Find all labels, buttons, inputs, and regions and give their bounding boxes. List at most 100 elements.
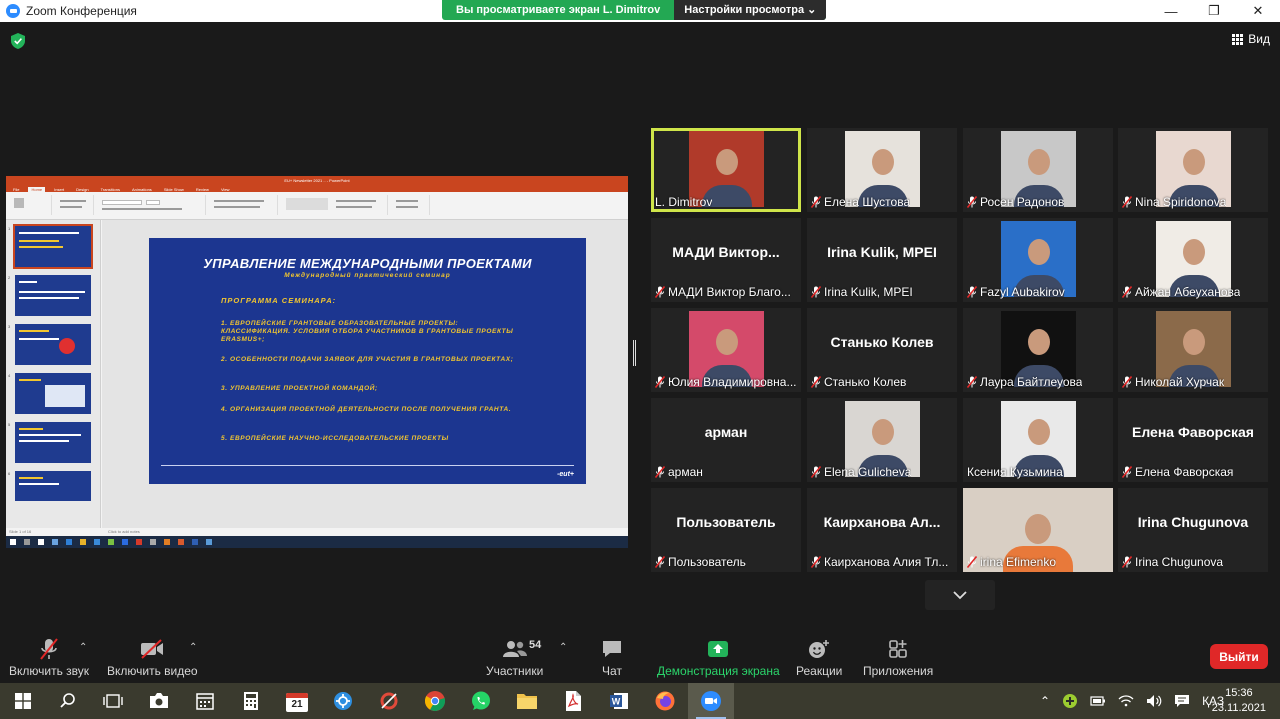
participant-tile[interactable]: арман арман (651, 398, 801, 482)
participant-tile[interactable]: МАДИ Виктор... МАДИ Виктор Благо... (651, 218, 801, 302)
participant-display-name: Пользователь (676, 514, 776, 530)
calculator-app-icon (244, 692, 258, 710)
battery-icon[interactable] (1090, 694, 1106, 708)
current-slide: УПРАВЛЕНИЕ МЕЖДУНАРОДНЫМИ ПРОЕКТАМИ Межд… (149, 238, 586, 484)
slide-thumbnail[interactable]: 5 (8, 422, 91, 463)
taskbar-firefox[interactable] (642, 683, 688, 719)
tray-app-icon[interactable] (1062, 693, 1078, 709)
view-button[interactable]: Вид (1232, 32, 1270, 46)
apps-button[interactable]: Приложения (863, 636, 933, 678)
participant-name-label: Irina Kulik, MPEI (811, 284, 913, 300)
leave-button[interactable]: Выйти (1210, 644, 1268, 669)
taskbar-calendar[interactable] (182, 683, 228, 719)
maximize-button[interactable]: ❐ (1192, 0, 1236, 22)
participant-name-label: Elena Gulicheva (811, 464, 911, 480)
slide-item: 4. ОРГАНИЗАЦИЯ ПРОЕКТНОЙ ДЕЯТЕЛЬНОСТИ ПО… (221, 406, 512, 413)
participant-tile[interactable]: Irina Chugunova Irina Chugunova (1118, 488, 1268, 572)
microphone-muted-icon (1122, 196, 1132, 208)
participant-name: Irina Chugunova (1135, 555, 1224, 569)
reactions-button[interactable]: Реакции (796, 636, 842, 678)
task-view-icon (103, 694, 123, 708)
slide-item: 2. ОСОБЕННОСТИ ПОДАЧИ ЗАЯВОК ДЛЯ УЧАСТИЯ… (221, 356, 514, 363)
participant-tile[interactable]: Станько Колев Станько Колев (807, 308, 957, 392)
share-screen-button[interactable]: Демонстрация экрана (657, 636, 780, 678)
taskbar-zoom[interactable] (688, 683, 734, 719)
start-video-button[interactable]: Включить видео (107, 636, 198, 678)
taskbar-snip[interactable] (366, 683, 412, 719)
participant-tile[interactable]: Пользователь Пользователь (651, 488, 801, 572)
slide-thumbnail[interactable]: 4 (8, 373, 91, 414)
slide-thumbnail[interactable]: 3 (8, 324, 91, 365)
chat-button[interactable]: Чат (601, 636, 623, 678)
audio-options-caret[interactable]: ⌃ (79, 642, 87, 653)
participant-name-label: Николай Хурчак (1122, 374, 1224, 390)
taskbar-calculator[interactable] (228, 683, 274, 719)
next-page-button[interactable] (925, 580, 995, 610)
participant-name: Елена Шустова (824, 195, 911, 209)
wifi-icon[interactable] (1118, 694, 1134, 708)
participant-tile[interactable]: Елена Шустова (807, 128, 957, 212)
participant-display-name: МАДИ Виктор... (672, 244, 780, 260)
participant-tile[interactable]: Fazyl Aubakirov (963, 218, 1113, 302)
ppt-status: Slide 1 of 16 (6, 528, 102, 536)
participant-tile[interactable]: Росен Радонов (963, 128, 1113, 212)
minimize-button[interactable]: — (1149, 0, 1193, 22)
taskbar-acrobat[interactable] (550, 683, 596, 719)
participant-tile[interactable]: Айжан Абеуханова (1118, 218, 1268, 302)
participant-tile[interactable]: Юлия Владимировна... (651, 308, 801, 392)
slide-item: 3. УПРАВЛЕНИЕ ПРОЕКТНОЙ КОМАНДОЙ; (221, 385, 378, 392)
view-options-button[interactable]: Настройки просмотра ⌄ (674, 0, 827, 20)
taskbar-chrome[interactable] (412, 683, 458, 719)
microphone-muted-icon (1122, 376, 1132, 388)
slide-thumbnail[interactable]: 1 (8, 224, 93, 269)
unmute-button[interactable]: Включить звук (9, 636, 89, 678)
taskbar-word[interactable]: W (596, 683, 642, 719)
participant-tile[interactable]: irina Efimenko (963, 488, 1113, 572)
slide-thumbnail[interactable]: 6 (8, 471, 91, 501)
microphone-muted-icon (967, 196, 977, 208)
participant-tile[interactable]: Nina Spiridonova (1118, 128, 1268, 212)
participant-tile[interactable]: Елена Фаворская Елена Фаворская (1118, 398, 1268, 482)
encryption-shield-icon[interactable] (11, 33, 25, 49)
task-view-button[interactable] (90, 683, 136, 719)
participant-display-name: Irina Kulik, MPEI (827, 244, 937, 260)
taskbar-explorer[interactable] (504, 683, 550, 719)
taskbar-search[interactable] (45, 683, 91, 719)
show-hidden-icons[interactable]: ⌃ (1040, 694, 1050, 708)
slide-thumbnail[interactable]: 2 (8, 275, 91, 316)
ppt-notes[interactable]: Click to add notes (102, 528, 628, 536)
taskbar-clock[interactable]: 15:36 23.11.2021 (1212, 686, 1266, 716)
participant-tile[interactable]: Николай Хурчак (1118, 308, 1268, 392)
start-button[interactable] (0, 683, 46, 719)
participants-count: 54 (529, 639, 542, 651)
participant-name-label: Лаура Байтлеуова (967, 374, 1082, 390)
participant-tile[interactable]: Каирханова Ал... Каирханова Алия Тл... (807, 488, 957, 572)
reactions-label: Реакции (796, 664, 843, 678)
participants-label: Участники (486, 664, 544, 678)
smiley-reaction-icon (809, 640, 830, 658)
taskbar-camera[interactable] (136, 683, 182, 719)
video-camera-off-icon (141, 639, 164, 659)
participants-options-caret[interactable]: ⌃ (559, 642, 567, 653)
clock-time: 15:36 (1225, 687, 1253, 699)
participant-display-name: Irina Chugunova (1137, 514, 1249, 530)
close-button[interactable]: ✕ (1236, 0, 1280, 22)
grid-view-icon (1232, 33, 1244, 45)
split-view-handle[interactable] (633, 340, 636, 366)
taskbar-settings-app[interactable] (320, 683, 366, 719)
participant-tile[interactable]: Irina Kulik, MPEI Irina Kulik, MPEI (807, 218, 957, 302)
taskbar-calendar-21[interactable]: 21 (274, 683, 320, 719)
notification-message-icon[interactable] (1174, 694, 1190, 708)
participant-tile[interactable]: Ксения Кузьмина (963, 398, 1113, 482)
participant-name: Irina Kulik, MPEI (824, 285, 913, 299)
microphone-muted-icon (967, 286, 977, 298)
volume-icon[interactable] (1146, 694, 1162, 708)
participant-tile[interactable]: L. Dimitrov (651, 128, 801, 212)
participant-tile[interactable]: Лаура Байтлеуова (963, 308, 1113, 392)
video-options-caret[interactable]: ⌃ (189, 642, 197, 653)
participant-tile[interactable]: Elena Gulicheva (807, 398, 957, 482)
participant-name-label: Пользователь (655, 554, 746, 570)
participant-name: арман (668, 465, 703, 479)
taskbar-whatsapp[interactable] (458, 683, 504, 719)
participant-name: Каирханова Алия Тл... (824, 555, 949, 569)
